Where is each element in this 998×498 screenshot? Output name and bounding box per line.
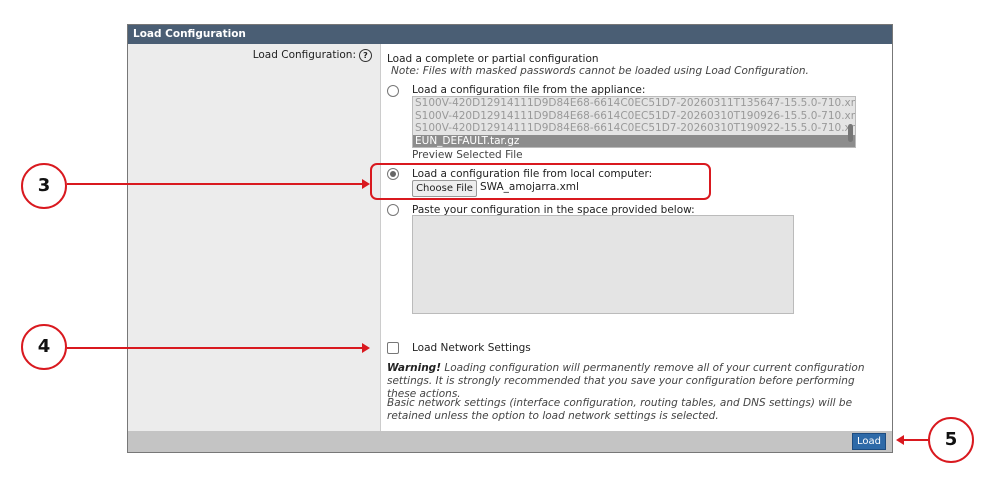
arrow-5 xyxy=(904,439,928,441)
load-button[interactable]: Load xyxy=(852,433,886,450)
appliance-file-list[interactable]: S100V-420D12914111D9D84E68-6614C0EC51D7-… xyxy=(412,96,856,148)
help-icon[interactable]: ? xyxy=(359,49,372,62)
field-label: Load Configuration:? xyxy=(253,49,372,62)
note: Note: Files with masked passwords cannot… xyxy=(391,65,809,77)
highlight-box xyxy=(370,163,711,200)
warning-bold: Warning! xyxy=(387,362,441,374)
load-network-label: Load Network Settings xyxy=(412,342,531,354)
file-option[interactable]: S100V-420D12914111D9D84E68-6614C0EC51D7-… xyxy=(413,122,855,135)
radio-paste[interactable] xyxy=(387,204,399,216)
list-scrollbar[interactable] xyxy=(848,124,853,142)
radio-appliance[interactable] xyxy=(387,85,399,97)
arrowhead-icon xyxy=(362,179,370,189)
warning-text: Warning! Loading configuration will perm… xyxy=(387,362,882,401)
warning-body: Loading configuration will permanently r… xyxy=(387,362,865,400)
heading: Load a complete or partial configuration xyxy=(387,53,599,65)
arrow-4 xyxy=(67,347,363,349)
callout-3: 3 xyxy=(21,163,67,209)
panel-title: Load Configuration xyxy=(128,25,892,44)
file-option[interactable]: S100V-420D12914111D9D84E68-6614C0EC51D7-… xyxy=(413,110,855,123)
load-network-checkbox[interactable] xyxy=(387,342,399,354)
callout-4: 4 xyxy=(21,324,67,370)
file-option-selected[interactable]: EUN_DEFAULT.tar.gz xyxy=(413,134,855,147)
footer-bar: Load xyxy=(128,431,892,452)
basic-network-note: Basic network settings (interface config… xyxy=(387,397,853,422)
label-column: Load Configuration:? xyxy=(128,44,381,431)
arrow-3 xyxy=(67,183,363,185)
option-appliance-label: Load a configuration file from the appli… xyxy=(412,84,646,96)
preview-selected-file-link[interactable]: Preview Selected File xyxy=(412,149,523,161)
arrowhead-icon xyxy=(896,435,904,445)
arrowhead-icon xyxy=(362,343,370,353)
file-option[interactable]: S100V-420D12914111D9D84E68-6614C0EC51D7-… xyxy=(413,97,855,110)
callout-5: 5 xyxy=(928,417,974,463)
field-label-text: Load Configuration: xyxy=(252,49,356,61)
paste-config-textarea[interactable] xyxy=(412,215,794,314)
